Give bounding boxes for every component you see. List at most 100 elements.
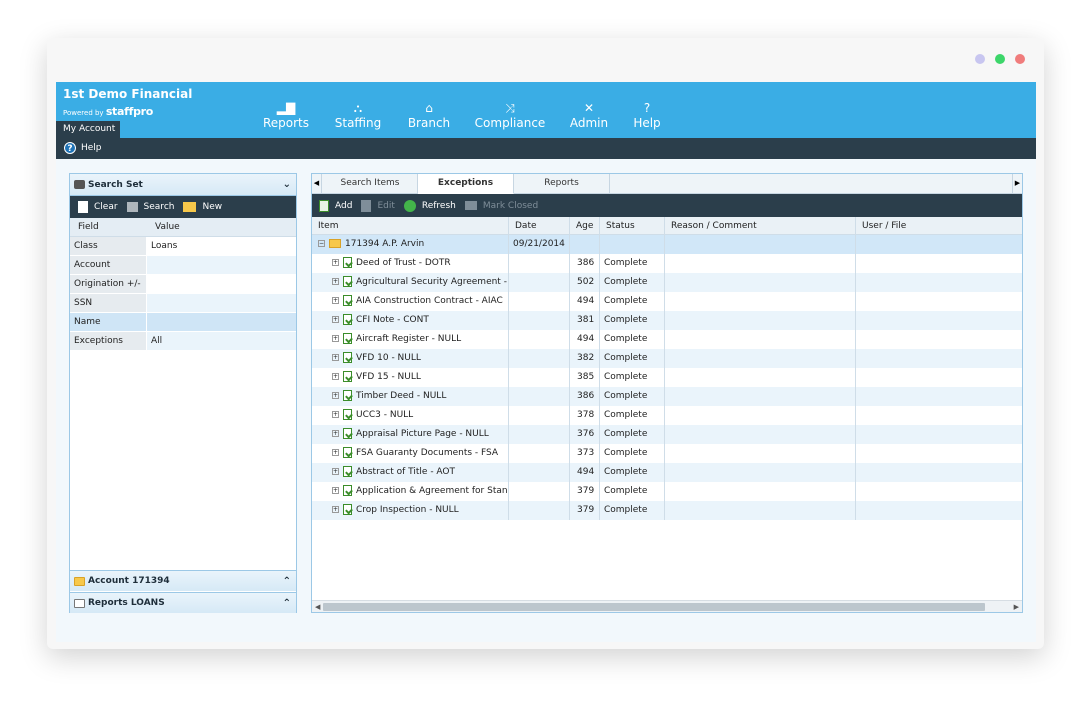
search-row-class[interactable]: Class Loans [70, 237, 296, 256]
mark-closed-button[interactable]: Mark Closed [464, 201, 538, 211]
reason-cell [665, 368, 856, 387]
expand-icon[interactable]: + [332, 278, 339, 285]
age-column-header[interactable]: Age [570, 217, 600, 234]
window-dot-3[interactable] [1015, 54, 1025, 64]
table-row[interactable]: + Timber Deed - NULL 386 Complete [312, 387, 1022, 406]
field-cell: Class [70, 237, 147, 256]
scrollbar-thumb[interactable] [323, 603, 985, 611]
new-button[interactable]: New [183, 202, 222, 212]
binoculars-icon [126, 202, 138, 212]
table-row[interactable]: + Abstract of Title - AOT 494 Complete [312, 463, 1022, 482]
item-column-header[interactable]: Item [312, 217, 509, 234]
search-set-header[interactable]: Search Set ⌄ [70, 174, 296, 196]
nav-reports[interactable]: ▂▇ Reports [256, 101, 316, 130]
age-cell: 494 [570, 463, 600, 482]
table-row[interactable]: + FSA Guaranty Documents - FSA 373 Complete [312, 444, 1022, 463]
search-set-panel: Search Set ⌄ Clear Search New Field Valu… [69, 173, 297, 613]
value-cell[interactable] [147, 275, 296, 294]
value-cell[interactable] [147, 313, 296, 332]
expand-icon[interactable]: + [332, 411, 339, 418]
table-row[interactable]: + Agricultural Security Agreement - AG 502… [312, 273, 1022, 292]
age-cell: 376 [570, 425, 600, 444]
age-cell [570, 235, 600, 254]
add-label: Add [335, 200, 353, 211]
user-column-header[interactable]: User / File [856, 217, 1022, 234]
reports-panel-title: Reports LOANS [88, 598, 165, 608]
expand-icon[interactable]: + [332, 259, 339, 266]
expand-icon[interactable]: + [332, 373, 339, 380]
reports-panel-header[interactable]: Reports LOANS ⌃ [70, 592, 296, 613]
chevron-down-icon[interactable]: ⌄ [283, 174, 291, 196]
tab-scroll-left-icon[interactable]: ◀ [312, 174, 322, 193]
tab-search-items[interactable]: Search Items [323, 174, 418, 194]
my-account-tab[interactable]: My Account [56, 121, 120, 138]
collapse-icon[interactable]: − [318, 240, 325, 247]
search-grid-header: Field Value [70, 218, 296, 237]
search-row-ssn[interactable]: SSN [70, 294, 296, 313]
chevron-up-icon[interactable]: ⌃ [283, 593, 291, 614]
expand-icon[interactable]: + [332, 487, 339, 494]
horizontal-scrollbar[interactable]: ◀ ▶ [312, 600, 1022, 612]
reason-column-header[interactable]: Reason / Comment [665, 217, 856, 234]
search-row-name[interactable]: Name [70, 313, 296, 332]
nav-branch[interactable]: ⌂ Branch [400, 101, 458, 130]
status-column-header[interactable]: Status [600, 217, 665, 234]
reason-cell [665, 463, 856, 482]
reason-cell [665, 501, 856, 520]
expand-icon[interactable]: + [332, 297, 339, 304]
tab-scroll-right-icon[interactable]: ▶ [1012, 174, 1022, 193]
chevron-up-icon[interactable]: ⌃ [283, 571, 291, 592]
value-cell[interactable]: Loans [147, 237, 296, 256]
user-cell [856, 235, 1022, 254]
table-row[interactable]: + Crop Inspection - NULL 379 Complete [312, 501, 1022, 520]
help-circle-icon[interactable]: ? [64, 142, 76, 154]
expand-icon[interactable]: + [332, 449, 339, 456]
date-cell [509, 425, 570, 444]
status-cell: Complete [600, 311, 665, 330]
value-cell[interactable] [147, 294, 296, 313]
expand-icon[interactable]: + [332, 468, 339, 475]
expand-icon[interactable]: + [332, 316, 339, 323]
nav-admin[interactable]: ✕ Admin [562, 101, 616, 130]
table-row[interactable]: + UCC3 - NULL 378 Complete [312, 406, 1022, 425]
window-dot-1[interactable] [975, 54, 985, 64]
table-row[interactable]: + VFD 10 - NULL 382 Complete [312, 349, 1022, 368]
item-cell: + Timber Deed - NULL [312, 387, 509, 406]
nav-compliance[interactable]: ⤨ Compliance [458, 101, 562, 130]
table-row[interactable]: + Application & Agreement for Standby 379 C… [312, 482, 1022, 501]
table-row[interactable]: + Appraisal Picture Page - NULL 376 Complet… [312, 425, 1022, 444]
search-row-exceptions[interactable]: Exceptions All [70, 332, 296, 351]
table-row[interactable]: + CFI Note - CONT 381 Complete [312, 311, 1022, 330]
nav-help[interactable]: ? Help [616, 101, 678, 130]
date-cell [509, 463, 570, 482]
scroll-right-icon[interactable]: ▶ [1014, 601, 1019, 613]
tab-exceptions[interactable]: Exceptions [418, 174, 514, 194]
account-panel-header[interactable]: Account 171394 ⌃ [70, 570, 296, 591]
expand-icon[interactable]: + [332, 430, 339, 437]
parent-account-row[interactable]: − 171394 A.P. Arvin 09/21/2014 [312, 235, 1022, 254]
clear-button[interactable]: Clear [78, 201, 118, 213]
refresh-button[interactable]: Refresh [403, 199, 456, 212]
expand-icon[interactable]: + [332, 335, 339, 342]
scroll-left-icon[interactable]: ◀ [315, 601, 320, 613]
help-link[interactable]: Help [81, 143, 102, 153]
tab-reports[interactable]: Reports [514, 174, 610, 194]
expand-icon[interactable]: + [332, 354, 339, 361]
table-row[interactable]: + Aircraft Register - NULL 494 Complete [312, 330, 1022, 349]
expand-icon[interactable]: + [332, 392, 339, 399]
item-text: Abstract of Title - AOT [356, 467, 456, 477]
value-cell[interactable] [147, 256, 296, 275]
table-row[interactable]: + AIA Construction Contract - AIAC 494 Comp… [312, 292, 1022, 311]
date-column-header[interactable]: Date [509, 217, 570, 234]
window-dot-2[interactable] [995, 54, 1005, 64]
expand-icon[interactable]: + [332, 506, 339, 513]
search-row-account[interactable]: Account [70, 256, 296, 275]
table-row[interactable]: + Deed of Trust - DOTR 386 Complete [312, 254, 1022, 273]
edit-button[interactable]: Edit [361, 199, 395, 212]
table-row[interactable]: + VFD 15 - NULL 385 Complete [312, 368, 1022, 387]
value-cell[interactable]: All [147, 332, 296, 351]
search-row-origination[interactable]: Origination +/- 3 [70, 275, 296, 308]
add-button[interactable]: Add [319, 199, 353, 212]
search-button[interactable]: Search [126, 202, 174, 212]
nav-staffing[interactable]: ⛬ Staffing [316, 101, 400, 130]
